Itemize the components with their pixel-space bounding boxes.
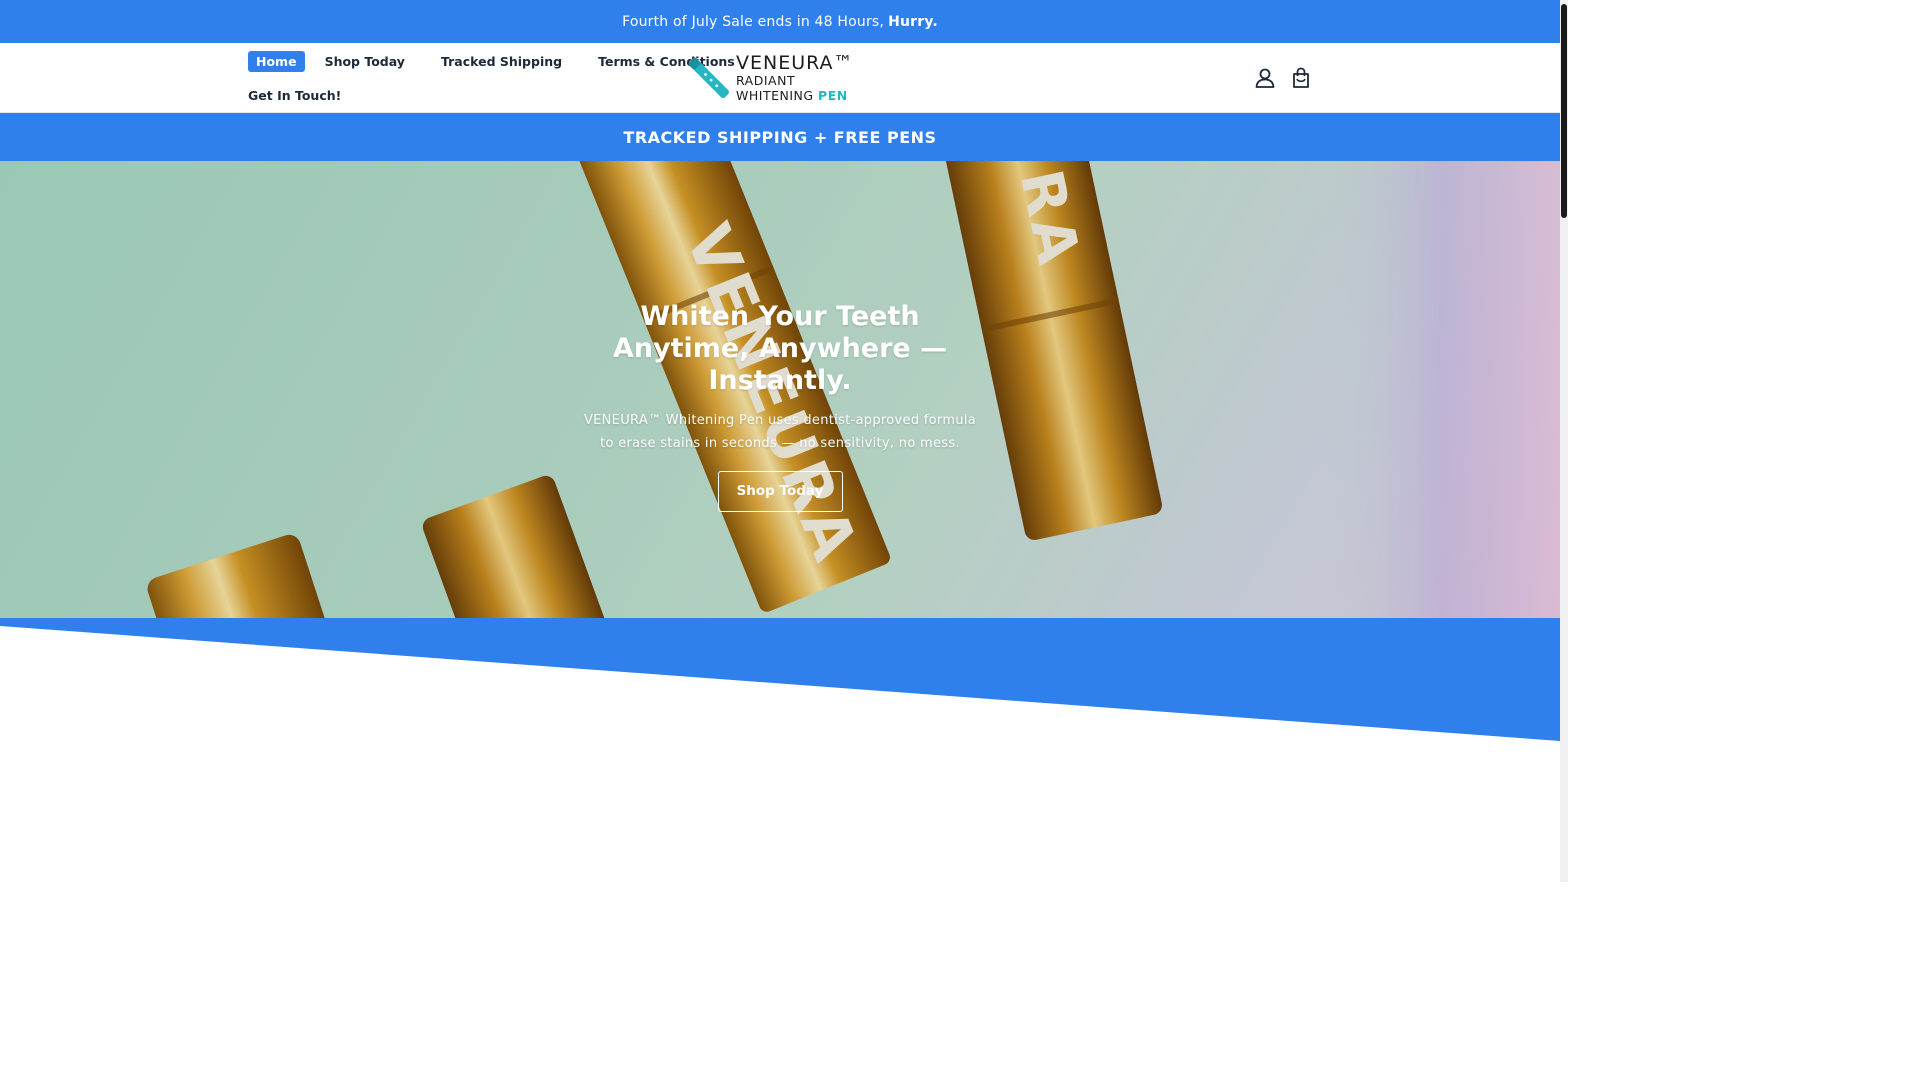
site-logo[interactable]: VENEURA™ RADIANT WHITENING PEN <box>684 51 864 105</box>
logo-tagline-1: RADIANT <box>736 73 796 88</box>
account-icon[interactable] <box>1254 67 1276 89</box>
nav-item-get-in-touch[interactable]: Get In Touch! <box>248 85 349 106</box>
nav-item-home[interactable]: Home <box>248 50 305 72</box>
shipping-banner: TRACKED SHIPPING + FREE PENS <box>0 113 1560 161</box>
main-nav: Home Shop Today Tracked Shipping Terms &… <box>248 50 735 118</box>
announcement-text: Fourth of July Sale ends in 48 Hours, <box>622 13 885 30</box>
hero-content: Whiten Your Teeth Anytime, Anywhere — In… <box>0 301 1560 512</box>
announcement-bar: Fourth of July Sale ends in 48 Hours, Hu… <box>0 0 1560 43</box>
hero-shop-button[interactable]: Shop Today <box>717 471 843 512</box>
logo-pen-word: PEN <box>818 87 848 103</box>
logo-brand: VENEURA™ <box>736 52 854 74</box>
hero-banner: VENEURA RA Whiten Your Teeth Anytime, An… <box>0 161 1560 618</box>
announcement-emphasis: Hurry. <box>888 13 938 30</box>
hero-title: Whiten Your Teeth Anytime, Anywhere — In… <box>612 301 948 396</box>
shipping-banner-text: TRACKED SHIPPING + FREE PENS <box>623 127 937 147</box>
site-header: Home Shop Today Tracked Shipping Terms &… <box>0 43 1560 113</box>
nav-item-tracked-shipping[interactable]: Tracked Shipping <box>433 51 570 72</box>
nav-item-shop-today[interactable]: Shop Today <box>317 51 413 72</box>
hero-subtitle: VENEURA™ Whitening Pen uses dentist-appr… <box>583 413 977 451</box>
section-divider-wedge <box>0 618 1560 741</box>
page: Fourth of July Sale ends in 48 Hours, Hu… <box>0 0 1568 882</box>
header-icons <box>1240 67 1312 89</box>
cart-icon[interactable] <box>1290 67 1312 89</box>
logo-whitening: WHITENING <box>736 87 814 103</box>
pen-logo-icon <box>684 51 734 105</box>
scrollbar-thumb[interactable] <box>1561 4 1567 218</box>
logo-tagline-2: WHITENING PEN <box>736 87 854 103</box>
page-scrollbar[interactable] <box>1560 0 1568 882</box>
